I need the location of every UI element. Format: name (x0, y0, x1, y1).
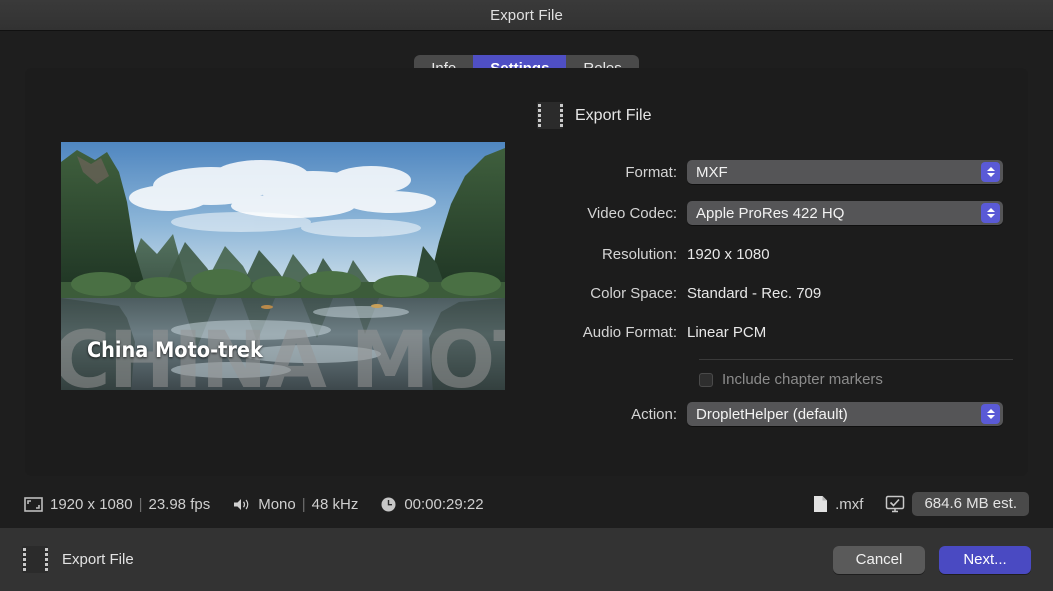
action-row: Action: DropletHelper (default) (513, 402, 1013, 426)
export-file-window: Export File Info Settings Roles (0, 0, 1053, 591)
display-check-icon (885, 495, 905, 513)
footer-bar: Export File Cancel Next... (0, 528, 1053, 591)
audio-status: Mono | 48 kHz (258, 496, 358, 513)
document-icon (813, 495, 828, 513)
form-header: Export File (513, 102, 1013, 129)
form-header-label: Export File (575, 106, 652, 124)
window-title: Export File (490, 6, 563, 24)
color-space-value: Standard - Rec. 709 (687, 284, 822, 302)
settings-panel: CHINA MOTO-TREK China Moto-trek Export F… (25, 68, 1028, 476)
status-fps: 23.98 fps (148, 495, 211, 513)
color-space-label: Color Space: (590, 284, 677, 302)
film-strip-icon (537, 102, 563, 129)
preview-title-text: China Moto-trek (87, 338, 263, 362)
status-extension: .mxf (835, 495, 864, 513)
status-bar: 1920 x 1080 | 23.98 fps Mono | 48 kHz 00… (0, 487, 1053, 521)
audio-format-row: Audio Format: Linear PCM (513, 320, 1013, 344)
form-divider (699, 359, 1013, 360)
speaker-icon (232, 497, 251, 512)
video-preview-thumbnail[interactable]: CHINA MOTO-TREK China Moto-trek (61, 142, 505, 390)
frame-icon (24, 496, 43, 512)
include-chapter-markers-label: Include chapter markers (722, 371, 883, 388)
window-titlebar: Export File (0, 0, 1053, 31)
video-codec-row: Video Codec: Apple ProRes 422 HQ (513, 201, 1013, 225)
resolution-value: 1920 x 1080 (687, 245, 770, 263)
chevron-updown-icon[interactable] (981, 404, 1000, 424)
status-separator: | (138, 495, 143, 513)
audio-format-value: Linear PCM (687, 323, 767, 341)
chevron-updown-icon[interactable] (981, 203, 1000, 223)
resolution-status: 1920 x 1080 | 23.98 fps (50, 496, 210, 513)
action-value: DropletHelper (default) (696, 405, 848, 423)
cancel-button[interactable]: Cancel (833, 545, 925, 574)
video-codec-value: Apple ProRes 422 HQ (696, 204, 845, 222)
video-codec-label: Video Codec: (587, 204, 677, 222)
include-chapter-markers-row[interactable]: Include chapter markers (699, 371, 1013, 388)
audio-format-label: Audio Format: (582, 323, 677, 341)
action-label: Action: (631, 405, 677, 423)
resolution-label: Resolution: (601, 245, 677, 263)
format-value: MXF (696, 163, 728, 181)
status-sample-rate: 48 kHz (311, 495, 359, 513)
include-chapter-markers-checkbox[interactable] (699, 372, 713, 387)
status-separator: | (301, 495, 306, 513)
format-label: Format: (625, 163, 677, 181)
resolution-row: Resolution: 1920 x 1080 (513, 242, 1013, 266)
format-row: Format: MXF (513, 160, 1013, 184)
color-space-row: Color Space: Standard - Rec. 709 (513, 281, 1013, 305)
status-audio-channels: Mono (258, 495, 296, 513)
footer-label: Export File (62, 551, 134, 568)
export-settings-form: Export File Format: MXF Video Codec: App… (513, 102, 1013, 443)
clock-icon (380, 496, 397, 513)
format-popup-button[interactable]: MXF (687, 160, 1003, 184)
video-codec-popup-button[interactable]: Apple ProRes 422 HQ (687, 201, 1003, 225)
action-popup-button[interactable]: DropletHelper (default) (687, 402, 1003, 426)
status-resolution: 1920 x 1080 (50, 495, 133, 513)
estimated-size-badge: 684.6 MB est. (912, 492, 1029, 516)
status-duration: 00:00:29:22 (404, 495, 484, 513)
next-button[interactable]: Next... (939, 545, 1031, 574)
chevron-updown-icon[interactable] (981, 162, 1000, 182)
film-strip-icon (22, 546, 48, 573)
